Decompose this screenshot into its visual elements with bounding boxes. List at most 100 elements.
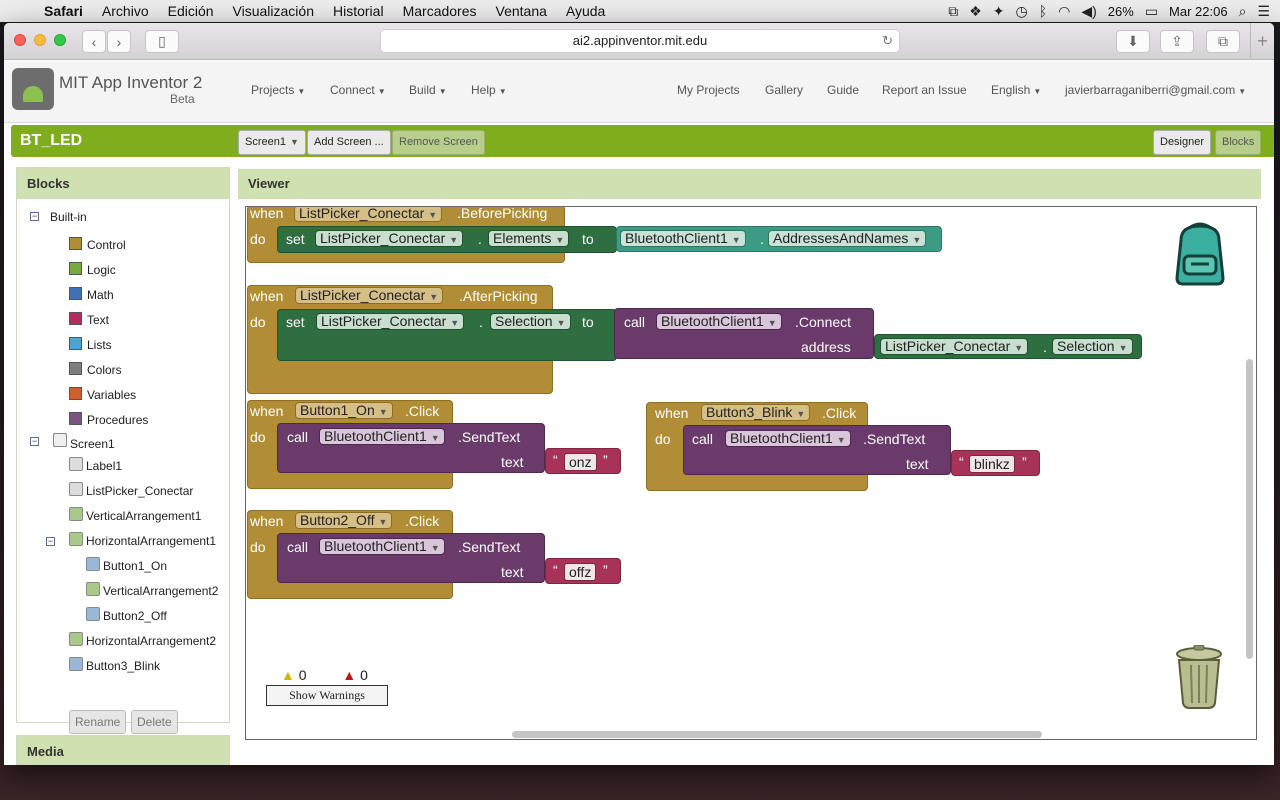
tree-screen1[interactable]: Screen1 <box>70 437 115 451</box>
menu-connect[interactable]: Connect ▼ <box>330 83 386 97</box>
wifi-icon[interactable]: ◠ <box>1058 3 1070 20</box>
builtin-item-text[interactable]: Text <box>87 313 109 327</box>
dropdown-arg-property[interactable]: Selection ▼ <box>1052 338 1133 355</box>
battery-icon[interactable]: ▭ <box>1145 3 1158 20</box>
collapse-screen1-icon[interactable]: − <box>30 437 39 446</box>
add-screen-button[interactable]: Add Screen ... <box>307 130 391 155</box>
component-item[interactable]: Button1_On <box>103 559 167 573</box>
dropdown-call-component[interactable]: BluetoothClient1 ▼ <box>725 430 851 447</box>
link-guide[interactable]: Guide <box>827 83 859 97</box>
menu-ayuda[interactable]: Ayuda <box>566 3 605 19</box>
close-window-icon[interactable] <box>14 34 26 46</box>
menu-projects[interactable]: Projects ▼ <box>251 83 305 97</box>
vertical-scrollbar[interactable] <box>1246 359 1253 659</box>
text-value[interactable]: blinkz <box>969 455 1015 473</box>
builtin-item-colors[interactable]: Colors <box>87 363 122 377</box>
dropdown-set-component[interactable]: ListPicker_Conectar ▼ <box>316 313 465 330</box>
rename-button[interactable]: Rename <box>69 710 127 734</box>
menu-historial[interactable]: Historial <box>333 3 384 19</box>
builtin-item-math[interactable]: Math <box>87 288 114 302</box>
dropdown-component[interactable]: Button1_On ▼ <box>295 402 393 419</box>
dropdown-arg-component[interactable]: ListPicker_Conectar ▼ <box>880 338 1029 355</box>
collapse-builtin-icon[interactable]: − <box>30 212 39 221</box>
delete-button[interactable]: Delete <box>131 710 178 734</box>
builtin-item-procedures[interactable]: Procedures <box>87 413 148 427</box>
component-item[interactable]: Label1 <box>86 459 122 473</box>
component-item[interactable]: Button3_Blink <box>86 659 160 673</box>
minimize-window-icon[interactable] <box>34 34 46 46</box>
blocks-button[interactable]: Blocks <box>1215 130 1262 155</box>
text-value[interactable]: offz <box>564 563 597 581</box>
forward-icon[interactable]: › <box>107 30 131 53</box>
app-inventor-logo[interactable] <box>12 68 54 110</box>
notification-center-icon[interactable]: ☰ <box>1257 3 1270 20</box>
volume-icon[interactable]: ◀) <box>1081 3 1096 20</box>
link-gallery[interactable]: Gallery <box>765 83 803 97</box>
menu-help[interactable]: Help ▼ <box>471 83 507 97</box>
component-item[interactable]: HorizontalArrangement1 <box>86 534 216 548</box>
show-warnings-button[interactable]: Show Warnings <box>266 685 388 706</box>
text-value[interactable]: onz <box>564 453 597 471</box>
dropdown-set-property[interactable]: Elements ▼ <box>488 230 570 247</box>
dropdown-component[interactable]: Button3_Blink ▼ <box>701 404 811 421</box>
dropdown-set-component[interactable]: ListPicker_Conectar ▼ <box>315 230 464 247</box>
horizontal-scrollbar[interactable] <box>512 731 1042 738</box>
clock[interactable]: Mar 22:06 <box>1169 4 1228 19</box>
dropdown-call-component[interactable]: BluetoothClient1 ▼ <box>319 538 445 555</box>
menu-app-safari[interactable]: Safari <box>44 3 83 19</box>
trash-can-icon[interactable] <box>1174 645 1224 709</box>
dropbox-icon[interactable]: ❖ <box>969 3 982 20</box>
back-icon[interactable]: ‹ <box>82 30 106 53</box>
collapse-horizontal-arrangement-icon[interactable]: − <box>46 537 55 546</box>
dropdown-call-component[interactable]: BluetoothClient1 ▼ <box>319 428 445 445</box>
dropdown-component[interactable]: Button2_Off ▼ <box>295 512 393 529</box>
backpack-icon[interactable] <box>1167 220 1233 288</box>
bluetooth-icon[interactable]: ᛒ <box>1039 3 1047 19</box>
dropdown-component[interactable]: ListPicker_Conectar ▼ <box>295 287 444 304</box>
tree-builtin[interactable]: Built-in <box>50 210 87 224</box>
zoom-window-icon[interactable] <box>54 34 66 46</box>
builtin-item-variables[interactable]: Variables <box>87 388 136 402</box>
menu-visualizacion[interactable]: Visualización <box>233 3 314 19</box>
remove-screen-button[interactable]: Remove Screen <box>392 130 485 155</box>
dropdown-component[interactable]: ListPicker_Conectar ▼ <box>294 207 443 222</box>
share-icon[interactable]: ⇪ <box>1160 30 1194 53</box>
link-my-projects[interactable]: My Projects <box>677 83 740 97</box>
dropdown-call-component[interactable]: BluetoothClient1 ▼ <box>656 313 782 330</box>
media-panel-header[interactable]: Media <box>16 735 230 765</box>
chevron-down-icon: ▼ <box>438 87 447 96</box>
menu-marcadores[interactable]: Marcadores <box>403 3 477 19</box>
new-tab-icon[interactable]: + <box>1250 23 1274 60</box>
blocks-workspace[interactable]: when ListPicker_Conectar ▼ .BeforePicking… <box>245 206 1257 740</box>
designer-button[interactable]: Designer <box>1153 130 1212 155</box>
menu-build[interactable]: Build ▼ <box>409 83 447 97</box>
screen-selector[interactable]: Screen1 ▼ <box>238 130 306 155</box>
component-item[interactable]: ListPicker_Conectar <box>86 484 193 498</box>
screen-share-icon[interactable]: ⧉ <box>948 3 958 20</box>
component-item[interactable]: VerticalArrangement2 <box>103 584 218 598</box>
language-menu[interactable]: English ▼ <box>991 83 1041 97</box>
downloads-icon[interactable]: ⬇ <box>1116 30 1150 53</box>
dropdown-get-property[interactable]: AddressesAndNames ▼ <box>768 230 927 247</box>
flux-icon[interactable]: ✦ <box>993 3 1005 20</box>
dropdown-set-property[interactable]: Selection ▼ <box>490 313 571 330</box>
user-menu[interactable]: javierbarraganiberri@gmail.com ▼ <box>1065 83 1246 97</box>
component-item[interactable]: HorizontalArrangement2 <box>86 634 216 648</box>
spotlight-search-icon[interactable]: ⌕ <box>1239 3 1247 20</box>
component-item[interactable]: Button2_Off <box>103 609 167 623</box>
builtin-item-control[interactable]: Control <box>87 238 126 252</box>
menu-archivo[interactable]: Archivo <box>102 3 149 19</box>
dropdown-get-component[interactable]: BluetoothClient1 ▼ <box>620 230 746 247</box>
battery-percent[interactable]: 26% <box>1108 4 1134 19</box>
sidebar-toggle-icon[interactable]: ▯ <box>145 30 179 53</box>
time-machine-icon[interactable]: ◷ <box>1016 3 1028 20</box>
component-item[interactable]: VerticalArrangement1 <box>86 509 201 523</box>
menu-ventana[interactable]: Ventana <box>496 3 547 19</box>
builtin-item-lists[interactable]: Lists <box>87 338 112 352</box>
address-bar[interactable]: ai2.appinventor.mit.edu ↻ <box>380 29 900 53</box>
builtin-item-logic[interactable]: Logic <box>87 263 116 277</box>
link-report-issue[interactable]: Report an Issue <box>882 83 967 97</box>
tab-overview-icon[interactable]: ⧉ <box>1206 30 1240 53</box>
reload-icon[interactable]: ↻ <box>882 30 893 52</box>
menu-edicion[interactable]: Edición <box>168 3 214 19</box>
